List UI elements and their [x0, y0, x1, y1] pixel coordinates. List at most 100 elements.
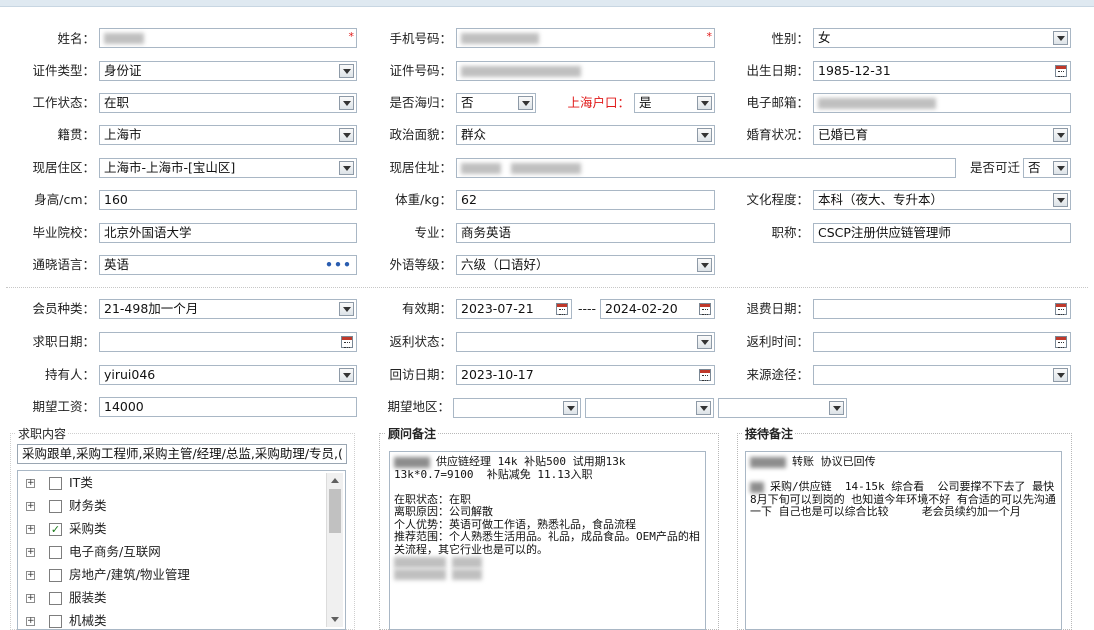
calendar-icon[interactable]: [1055, 336, 1067, 348]
major-field[interactable]: 商务英语: [456, 223, 715, 243]
chevron-down-icon[interactable]: [1053, 161, 1068, 175]
more-icon[interactable]: •••: [325, 256, 352, 274]
chevron-down-icon[interactable]: [1053, 128, 1068, 142]
shanghai-hukou-select[interactable]: 是: [634, 93, 715, 113]
expand-icon[interactable]: +: [26, 525, 35, 534]
scroll-thumb[interactable]: [329, 489, 341, 533]
job-category-tree[interactable]: + IT类 + 财务类 + ✓ 采购类 + 电子商务/互联网 + 房地产/建筑/…: [17, 470, 346, 630]
chevron-down-icon[interactable]: [339, 128, 354, 142]
chevron-down-icon[interactable]: [697, 128, 712, 142]
reception-notes-textarea[interactable]: 转账 协议已回传 采购/供应链 14-15k 综合看 公司要撑不下去了 最快8月…: [745, 451, 1062, 630]
school-field[interactable]: 北京外国语大学: [99, 223, 357, 243]
revisit-date-field[interactable]: 2023-10-17: [456, 365, 715, 385]
returnee-label: 是否海归：: [389, 95, 452, 110]
major-label: 专业：: [414, 225, 452, 240]
chevron-down-icon[interactable]: [339, 161, 354, 175]
mobile-field[interactable]: *: [456, 28, 715, 48]
calendar-icon[interactable]: [699, 303, 711, 315]
weight-field[interactable]: 62: [456, 190, 715, 210]
member-type-select[interactable]: 21-498加一个月: [99, 299, 357, 319]
residence-area-select[interactable]: 上海市-上海市-[宝山区]: [99, 158, 357, 178]
checkbox[interactable]: [49, 569, 62, 582]
rebate-status-select[interactable]: [456, 332, 715, 352]
checkbox[interactable]: [49, 477, 62, 490]
valid-label: 有效期：: [401, 301, 452, 316]
calendar-icon[interactable]: [341, 336, 353, 348]
language-field[interactable]: 英语 •••: [99, 255, 357, 275]
chevron-down-icon[interactable]: [518, 96, 533, 110]
calendar-icon[interactable]: [699, 369, 711, 381]
native-label: 籍贯：: [57, 127, 95, 142]
chevron-down-icon[interactable]: [339, 96, 354, 110]
education-select[interactable]: 本科（夜大、专升本）: [813, 190, 1071, 210]
source-select[interactable]: [813, 365, 1071, 385]
expand-icon[interactable]: +: [26, 617, 35, 626]
returnee-select[interactable]: 否: [456, 93, 536, 113]
job-date-field[interactable]: [99, 332, 357, 352]
idno-label: 证件号码：: [389, 63, 452, 78]
birth-date-field[interactable]: 1985-12-31: [813, 61, 1071, 81]
expand-icon[interactable]: +: [26, 594, 35, 603]
chevron-down-icon[interactable]: [697, 335, 712, 349]
checkbox-checked[interactable]: ✓: [49, 523, 62, 536]
chevron-down-icon[interactable]: [1053, 368, 1068, 382]
political-select[interactable]: 群众: [456, 125, 715, 145]
relocate-select[interactable]: 否: [1023, 158, 1071, 178]
scroll-down-icon[interactable]: [331, 617, 339, 622]
chevron-down-icon[interactable]: [696, 401, 711, 415]
checkbox[interactable]: [49, 546, 62, 559]
checkbox[interactable]: [49, 592, 62, 605]
idtype-select[interactable]: 身份证: [99, 61, 357, 81]
refund-date-field[interactable]: [813, 299, 1071, 319]
region-district-select[interactable]: [718, 398, 847, 418]
consultant-notes-textarea[interactable]: 供应链经理 14k 补贴500 试用期13k 13k*0.7=9100 补贴减免…: [389, 451, 706, 630]
scroll-up-icon[interactable]: [331, 478, 339, 483]
residence-addr-field[interactable]: [456, 158, 956, 178]
revisit-label: 回访日期：: [389, 367, 452, 382]
name-field[interactable]: *: [99, 28, 357, 48]
expand-icon[interactable]: +: [26, 502, 35, 511]
calendar-icon[interactable]: [1055, 65, 1067, 77]
salary-field[interactable]: 14000: [99, 397, 357, 417]
calendar-icon[interactable]: [556, 303, 568, 315]
valid-to-field[interactable]: 2024-02-20: [600, 299, 715, 319]
checkbox[interactable]: [49, 615, 62, 628]
chevron-down-icon[interactable]: [1053, 31, 1068, 45]
expand-icon[interactable]: +: [26, 548, 35, 557]
note-line: 推荐范围：个人熟悉生活用品。礼品，成品食品。OEM产品的相关流程，其它行业也是可…: [394, 530, 700, 556]
chevron-down-icon[interactable]: [339, 64, 354, 78]
marital-value: 已婚已育: [818, 127, 869, 142]
major-value: 商务英语: [461, 225, 512, 240]
region-city-select[interactable]: [585, 398, 714, 418]
expand-icon[interactable]: +: [26, 479, 35, 488]
gender-select[interactable]: 女: [813, 28, 1071, 48]
email-field[interactable]: [813, 93, 1071, 113]
redacted-text: [452, 569, 482, 580]
chevron-down-icon[interactable]: [829, 401, 844, 415]
job-summary-field[interactable]: 采购跟单,采购工程师,采购主管/经理/总监,采购助理/专员,(: [17, 444, 347, 464]
chevron-down-icon[interactable]: [697, 96, 712, 110]
flevel-select[interactable]: 六级（口语好）: [456, 255, 715, 275]
height-field[interactable]: 160: [99, 190, 357, 210]
native-select[interactable]: 上海市: [99, 125, 357, 145]
expand-icon[interactable]: +: [26, 571, 35, 580]
valid-from-field[interactable]: 2023-07-21: [456, 299, 572, 319]
workstatus-select[interactable]: 在职: [99, 93, 357, 113]
tree-scrollbar[interactable]: [326, 473, 343, 627]
region-province-select[interactable]: [453, 398, 581, 418]
checkbox[interactable]: [49, 500, 62, 513]
redacted-text: [452, 556, 482, 568]
chevron-down-icon[interactable]: [697, 258, 712, 272]
school-value: 北京外国语大学: [104, 225, 192, 240]
chevron-down-icon[interactable]: [339, 368, 354, 382]
title-field[interactable]: CSCP注册供应链管理师: [813, 223, 1071, 243]
holder-select[interactable]: yirui046: [99, 365, 357, 385]
marital-select[interactable]: 已婚已育: [813, 125, 1071, 145]
chevron-down-icon[interactable]: [1053, 193, 1068, 207]
chevron-down-icon[interactable]: [339, 302, 354, 316]
valid-to-value: 2024-02-20: [605, 301, 678, 316]
rebate-time-field[interactable]: [813, 332, 1071, 352]
calendar-icon[interactable]: [1055, 303, 1067, 315]
chevron-down-icon[interactable]: [563, 401, 578, 415]
idno-field[interactable]: [456, 61, 715, 81]
